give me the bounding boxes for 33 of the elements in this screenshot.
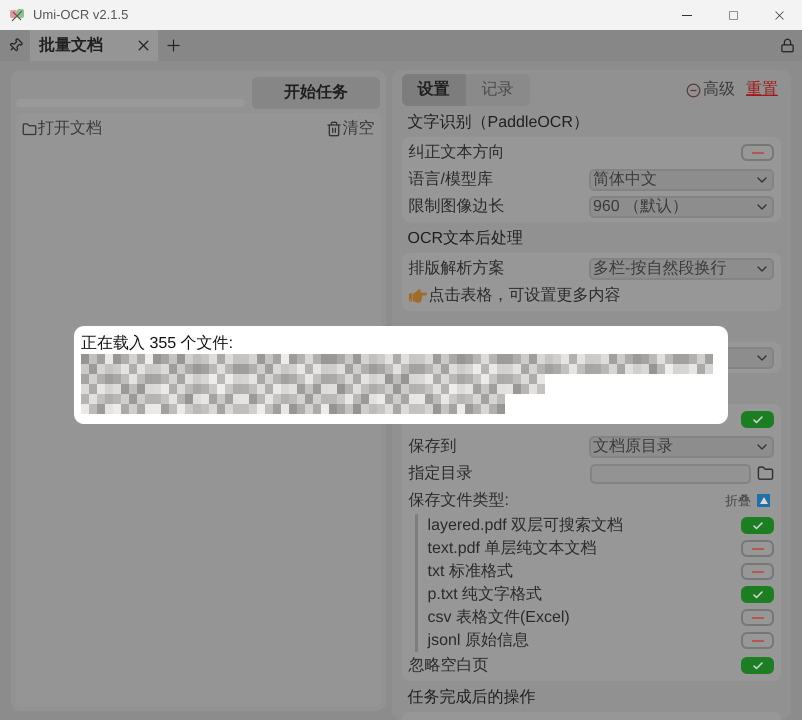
setting-label: 排版解析方案 [408,258,505,278]
setting-label: 语言/模型库 [408,170,493,190]
setting-label: p.txt 纯文字格式 [428,584,542,604]
open-documents-button[interactable]: 打开文档 [22,117,102,141]
section-heading: 文字识别（PaddleOCR） [408,112,589,133]
dropdown[interactable]: 文档原目录 [589,436,774,458]
setting-label: text.pdf 单层纯文本文档 [428,538,596,558]
reset-link[interactable]: 重置 [746,78,778,102]
document-tab[interactable]: 批量文档 [30,30,158,61]
advanced-button[interactable]: 高级 [686,78,735,102]
setting-label: 忽略空白页 [408,656,489,676]
start-task-button[interactable]: 开始任务 [252,77,380,109]
dropdown[interactable]: 多栏-按自然段换行 [589,258,774,280]
section-heading: OCR文本后处理 [408,228,524,249]
setting-label: 指定目录 [408,464,473,484]
section-heading: 任务完成后的操作 [408,688,536,708]
settings-tab[interactable]: 记录 [466,74,530,106]
loading-message: 正在载入 355 个文件: [81,334,234,354]
setting-label: 保存文件类型: [408,490,509,510]
collapse-button[interactable]: 折叠 [725,490,770,510]
setting-label: layered.pdf 双层可搜索文档 [428,516,624,536]
setting-label: 纠正文本方向 [408,142,505,162]
setting-label: txt 标准格式 [428,562,513,582]
window-title: Umi-OCR v2.1.5 [33,6,128,24]
setting-label: 保存到 [408,436,457,456]
settings-tab[interactable]: 设置 [402,74,466,106]
dropdown[interactable]: 简体中文 [589,168,774,190]
setting-label: 限制图像边长 [408,196,505,216]
setting-label: csv 表格文件(Excel) [428,608,570,628]
dropdown[interactable]: 960 （默认） [589,196,774,218]
clear-button[interactable]: 清空 [326,117,375,141]
setting-label: jsonl 原始信息 [428,630,529,650]
hint-text: 点击表格，可设置更多内容 [428,286,621,306]
